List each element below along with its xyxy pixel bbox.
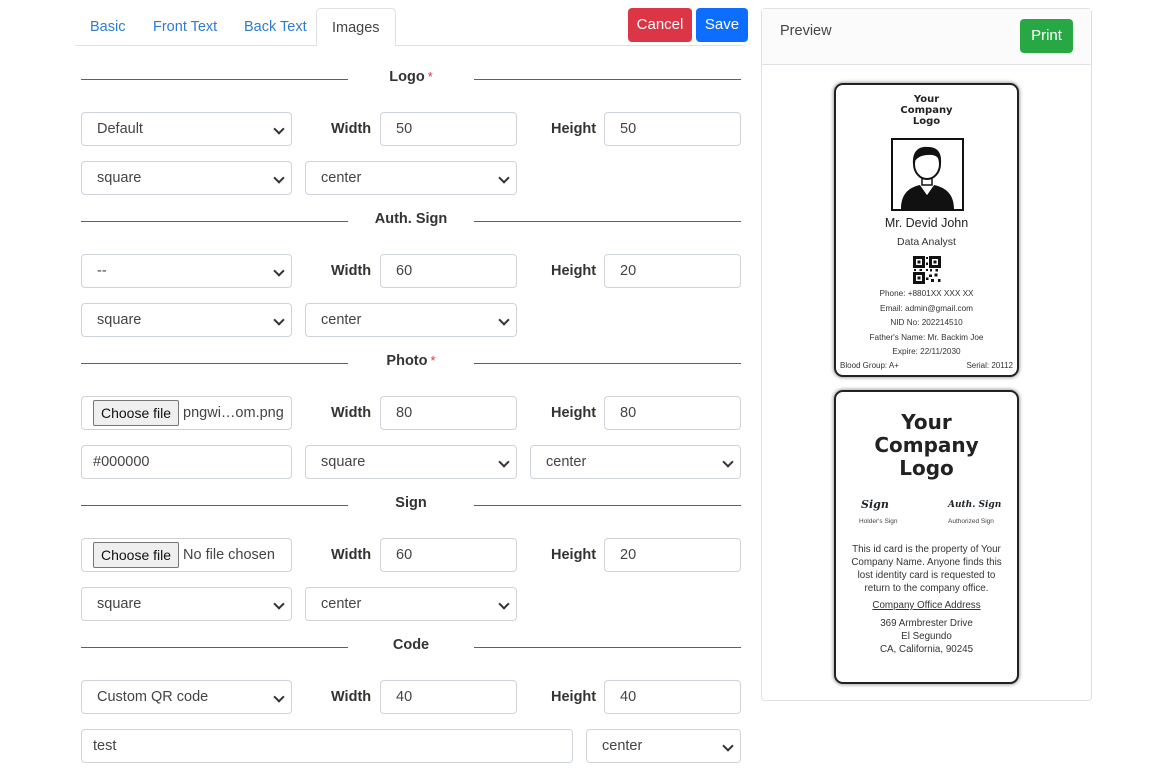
chevron-down-icon [498, 598, 510, 610]
auth-sign-align-select[interactable]: center [305, 303, 517, 337]
logo-height-input[interactable]: 50 [604, 112, 741, 146]
chevron-down-icon [273, 123, 285, 135]
holder-sign-image: Sign [861, 498, 889, 511]
print-button[interactable]: Print [1020, 19, 1073, 53]
sign-height-label: Height [551, 547, 597, 563]
auth-sign-height-label: Height [551, 263, 597, 279]
auth-sign-image: Auth. Sign [948, 500, 1002, 510]
id-card-editor: Basic Front Text Back Text Images Cancel… [0, 0, 1170, 780]
tab-front-text[interactable]: Front Text [138, 8, 232, 46]
section-code-heading: Code [81, 637, 741, 657]
company-logo-text: Your Company Logo [874, 410, 979, 480]
chevron-down-icon [498, 456, 510, 468]
serial-number: Serial: 20112 [966, 361, 1013, 370]
holder-photo [891, 138, 964, 211]
photo-height-input[interactable]: 80 [604, 396, 741, 430]
sign-file-input[interactable]: Choose file No file chosen [81, 538, 292, 572]
ownership-notice: This id card is the property of Your Com… [851, 544, 1002, 594]
photo-color-input[interactable]: #000000 [81, 445, 292, 479]
section-auth-sign-heading: Auth. Sign [81, 211, 741, 231]
photo-file-input[interactable]: Choose file pngwi…om.png [81, 396, 292, 430]
section-title: Code [392, 637, 430, 653]
logo-width-input[interactable]: 50 [380, 112, 517, 146]
section-title: Auth. Sign [374, 211, 448, 227]
logo-align-select[interactable]: center [305, 161, 517, 195]
code-align-select[interactable]: center [586, 729, 741, 763]
code-source-select[interactable]: Custom QR code [81, 680, 292, 714]
preview-panel: Preview Print Your Company Logo Mr. Devi… [761, 8, 1092, 701]
section-photo-heading: Photo * [81, 353, 741, 373]
auth-sign-height-input[interactable]: 20 [604, 254, 741, 288]
chevron-down-icon [498, 314, 510, 326]
sign-width-input[interactable]: 60 [380, 538, 517, 572]
photo-height-label: Height [551, 405, 597, 421]
choose-file-button[interactable]: Choose file [93, 400, 180, 426]
auth-sign-shape-select[interactable]: square [81, 303, 292, 337]
photo-align-select[interactable]: center [530, 445, 741, 479]
sign-width-label: Width [331, 547, 372, 563]
photo-shape-select[interactable]: square [305, 445, 517, 479]
code-height-input[interactable]: 40 [604, 680, 741, 714]
code-height-label: Height [551, 689, 597, 705]
tab-back-text[interactable]: Back Text [229, 8, 322, 46]
sign-shape-select[interactable]: square [81, 587, 292, 621]
required-marker: * [430, 353, 436, 368]
auth-sign-source-select[interactable]: -- [81, 254, 292, 288]
id-card-front: Your Company Logo Mr. Devid John Data An… [834, 83, 1019, 377]
code-value-input[interactable]: test [81, 729, 573, 763]
office-address-heading: Company Office Address [872, 600, 981, 611]
photo-width-label: Width [331, 405, 372, 421]
holder-details: Phone: +8801XX XXX XX Email: admin@gmail… [869, 289, 984, 356]
holder-sign-caption: Holder's Sign [859, 518, 898, 525]
preview-title: Preview [780, 23, 832, 39]
logo-shape-select[interactable]: square [81, 161, 292, 195]
required-marker: * [427, 69, 433, 84]
chevron-down-icon [498, 172, 510, 184]
chevron-down-icon [722, 740, 734, 752]
section-title: Sign [395, 495, 427, 511]
file-name: pngwi…om.png [183, 405, 284, 421]
user-avatar-icon [901, 146, 954, 209]
tab-basic[interactable]: Basic [75, 8, 140, 46]
section-title: Photo [386, 353, 428, 369]
section-title: Logo [389, 69, 425, 85]
id-card-back: Your Company Logo Sign Holder's Sign Aut… [834, 390, 1019, 684]
sign-align-select[interactable]: center [305, 587, 517, 621]
photo-width-input[interactable]: 80 [380, 396, 517, 430]
office-address: 369 Armbrester Drive El Segundo CA, Cali… [879, 618, 974, 655]
cancel-button[interactable]: Cancel [628, 8, 692, 42]
logo-width-label: Width [331, 121, 372, 137]
save-button[interactable]: Save [696, 8, 748, 42]
auth-sign-width-label: Width [331, 263, 372, 279]
preview-header: Preview Print [762, 9, 1091, 65]
file-name: No file chosen [183, 547, 275, 563]
chevron-down-icon [273, 598, 285, 610]
chevron-down-icon [273, 172, 285, 184]
choose-file-button[interactable]: Choose file [93, 542, 180, 568]
code-width-label: Width [331, 689, 372, 705]
auth-sign-width-input[interactable]: 60 [380, 254, 517, 288]
chevron-down-icon [273, 691, 285, 703]
qr-code-icon [913, 256, 941, 284]
logo-source-select[interactable]: Default [81, 112, 292, 146]
section-sign-heading: Sign [81, 495, 741, 515]
chevron-down-icon [722, 456, 734, 468]
sign-height-input[interactable]: 20 [604, 538, 741, 572]
holder-job-title: Data Analyst [897, 236, 956, 248]
company-logo-text: Your Company Logo [900, 94, 953, 127]
section-logo-heading: Logo * [81, 69, 741, 89]
code-width-input[interactable]: 40 [380, 680, 517, 714]
tab-images[interactable]: Images [316, 8, 396, 47]
holder-name: Mr. Devid John [884, 216, 969, 230]
chevron-down-icon [273, 314, 285, 326]
logo-height-label: Height [551, 121, 597, 137]
blood-group: Blood Group: A+ [840, 361, 899, 370]
chevron-down-icon [273, 265, 285, 277]
auth-sign-caption: Authorized Sign [948, 518, 994, 525]
